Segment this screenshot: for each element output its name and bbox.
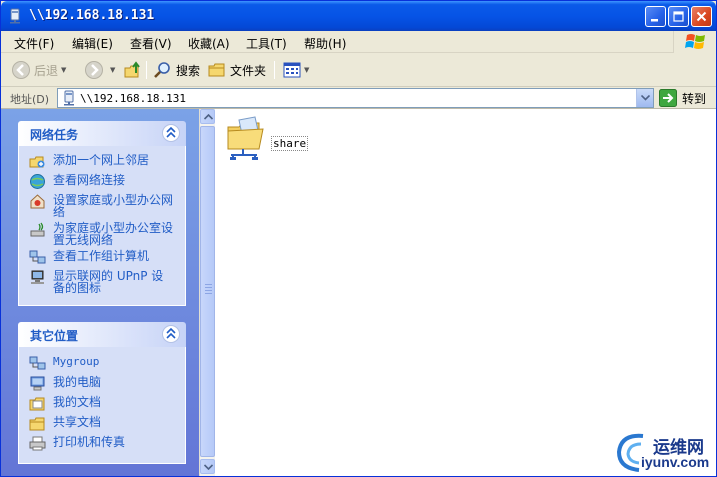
workgroup-computers-icon xyxy=(29,250,46,264)
double-chevron-up-icon xyxy=(166,328,176,339)
my-documents-icon xyxy=(29,397,45,411)
address-bar: 地址(D) \\192.168.18.131 转到 xyxy=(1,87,716,109)
other-places-body: Mygroup 我的电脑 我的文档 共享文档 打印机和传真 xyxy=(18,347,186,464)
menu-bar: 文件(F) 编辑(E) 查看(V) 收藏(A) 工具(T) 帮助(H) xyxy=(1,31,716,53)
task-setup-home-network[interactable]: 设置家庭或小型办公网络 xyxy=(29,194,173,218)
menu-help[interactable]: 帮助(H) xyxy=(304,35,346,52)
task-view-network-connections[interactable]: 查看网络连接 xyxy=(29,174,173,190)
my-computer-icon xyxy=(30,376,45,391)
close-icon xyxy=(696,11,707,22)
folders-label: 文件夹 xyxy=(230,63,267,78)
task-pane: 网络任务 添加一个网上邻居 查看网络连接 设置家庭或小型办公网络 为家庭或小型办… xyxy=(1,109,199,476)
address-value: \\192.168.18.131 xyxy=(80,92,186,105)
network-drive-icon xyxy=(10,8,20,24)
back-dropdown-icon[interactable]: ▼ xyxy=(61,66,66,74)
menu-edit[interactable]: 编辑(E) xyxy=(72,35,113,52)
title-bar[interactable]: \\192.168.18.131 xyxy=(1,1,716,31)
search-button[interactable]: 搜索 xyxy=(153,59,200,81)
windows-logo xyxy=(673,31,716,53)
views-dropdown-icon[interactable]: ▼ xyxy=(304,66,309,74)
window-title: \\192.168.18.131 xyxy=(29,8,155,23)
task-add-network-place[interactable]: 添加一个网上邻居 xyxy=(29,154,173,170)
toolbar-separator xyxy=(274,61,275,79)
shared-folder-label: share xyxy=(271,136,309,151)
maximize-icon xyxy=(673,11,684,22)
folders-icon xyxy=(208,63,225,77)
other-places-title: 其它位置 xyxy=(30,329,79,343)
place-printers-faxes[interactable]: 打印机和传真 xyxy=(29,436,173,452)
address-input[interactable]: \\192.168.18.131 xyxy=(57,88,654,108)
toolbar: 后退 ▼ ▼ 搜索 文件夹 ▼ xyxy=(1,54,716,87)
close-button[interactable] xyxy=(691,6,712,27)
go-label: 转到 xyxy=(682,91,707,106)
network-tasks-title: 网络任务 xyxy=(30,128,79,142)
collapse-button[interactable] xyxy=(162,325,180,343)
network-tasks-header[interactable]: 网络任务 xyxy=(18,121,186,146)
address-dropdown-button[interactable] xyxy=(636,89,653,107)
printers-faxes-icon xyxy=(29,436,46,451)
place-my-documents[interactable]: 我的文档 xyxy=(29,396,173,412)
forward-arrow-icon xyxy=(85,61,103,79)
views-button[interactable]: ▼ xyxy=(282,59,309,81)
chevron-up-icon xyxy=(204,114,213,120)
go-arrow-icon xyxy=(659,89,677,107)
task-view-workgroup-computers[interactable]: 查看工作组计算机 xyxy=(29,250,173,266)
back-button[interactable]: 后退 ▼ xyxy=(11,59,66,81)
home-network-setup-icon xyxy=(30,194,45,209)
explorer-window: \\192.168.18.131 文件(F) 编辑(E) 查看(V) 收藏(A)… xyxy=(0,0,717,477)
chevron-down-icon xyxy=(641,95,650,101)
scroll-down-button[interactable] xyxy=(200,459,215,474)
up-folder-icon xyxy=(124,61,140,78)
collapse-button[interactable] xyxy=(162,124,180,142)
site-watermark: 运维网 iyunv.com xyxy=(613,428,717,476)
views-icon xyxy=(283,62,301,78)
menu-file[interactable]: 文件(F) xyxy=(14,35,54,52)
minimize-button[interactable] xyxy=(645,6,666,27)
back-arrow-icon xyxy=(12,61,30,79)
maximize-button[interactable] xyxy=(668,6,689,27)
up-folder-button[interactable] xyxy=(123,59,146,81)
windows-flag-icon xyxy=(685,34,705,49)
scroll-thumb[interactable] xyxy=(200,126,215,457)
wireless-network-icon xyxy=(30,222,45,237)
back-label: 后退 xyxy=(34,63,59,78)
address-label: 地址(D) xyxy=(10,93,50,106)
chevron-down-icon xyxy=(204,464,213,470)
search-icon xyxy=(154,62,170,78)
task-pane-scrollbar[interactable] xyxy=(199,109,215,476)
go-button[interactable]: 转到 xyxy=(659,88,706,108)
shared-folder-icon xyxy=(227,116,264,160)
network-drive-icon xyxy=(64,90,74,106)
shared-folder-item[interactable]: share xyxy=(225,115,309,165)
menu-favorites[interactable]: 收藏(A) xyxy=(188,35,230,52)
place-shared-documents[interactable]: 共享文档 xyxy=(29,416,173,432)
minimize-icon xyxy=(651,19,658,22)
place-my-computer[interactable]: 我的电脑 xyxy=(29,376,173,392)
place-mygroup[interactable]: Mygroup xyxy=(29,356,173,372)
watermark-line2: iyunv.com xyxy=(641,454,710,470)
task-setup-wireless-network[interactable]: 为家庭或小型办公室设置无线网络 xyxy=(29,222,173,246)
shared-documents-icon xyxy=(29,417,45,431)
menu-tools[interactable]: 工具(T) xyxy=(246,35,287,52)
scroll-up-button[interactable] xyxy=(200,109,215,124)
network-tasks-panel: 网络任务 添加一个网上邻居 查看网络连接 设置家庭或小型办公网络 为家庭或小型办… xyxy=(18,121,186,306)
file-list[interactable]: share xyxy=(215,109,716,476)
toolbar-separator xyxy=(146,61,147,79)
upnp-device-icon xyxy=(31,270,44,284)
forward-dropdown-icon[interactable]: ▼ xyxy=(110,66,115,74)
network-tasks-body: 添加一个网上邻居 查看网络连接 设置家庭或小型办公网络 为家庭或小型办公室设置无… xyxy=(18,146,186,306)
network-connections-icon xyxy=(30,174,45,189)
other-places-panel: 其它位置 Mygroup 我的电脑 我的文档 共享文档 打印机和传真 xyxy=(18,322,186,464)
menu-view[interactable]: 查看(V) xyxy=(130,35,172,52)
search-label: 搜索 xyxy=(176,63,201,78)
forward-button[interactable]: ▼ xyxy=(84,59,115,81)
other-places-header[interactable]: 其它位置 xyxy=(18,322,186,347)
task-show-upnp-devices[interactable]: 显示联网的 UPnP 设备的图标 xyxy=(29,270,173,294)
folders-button[interactable]: 文件夹 xyxy=(207,59,266,81)
add-network-place-icon xyxy=(29,156,45,168)
workgroup-icon xyxy=(29,356,46,370)
double-chevron-up-icon xyxy=(166,127,176,138)
